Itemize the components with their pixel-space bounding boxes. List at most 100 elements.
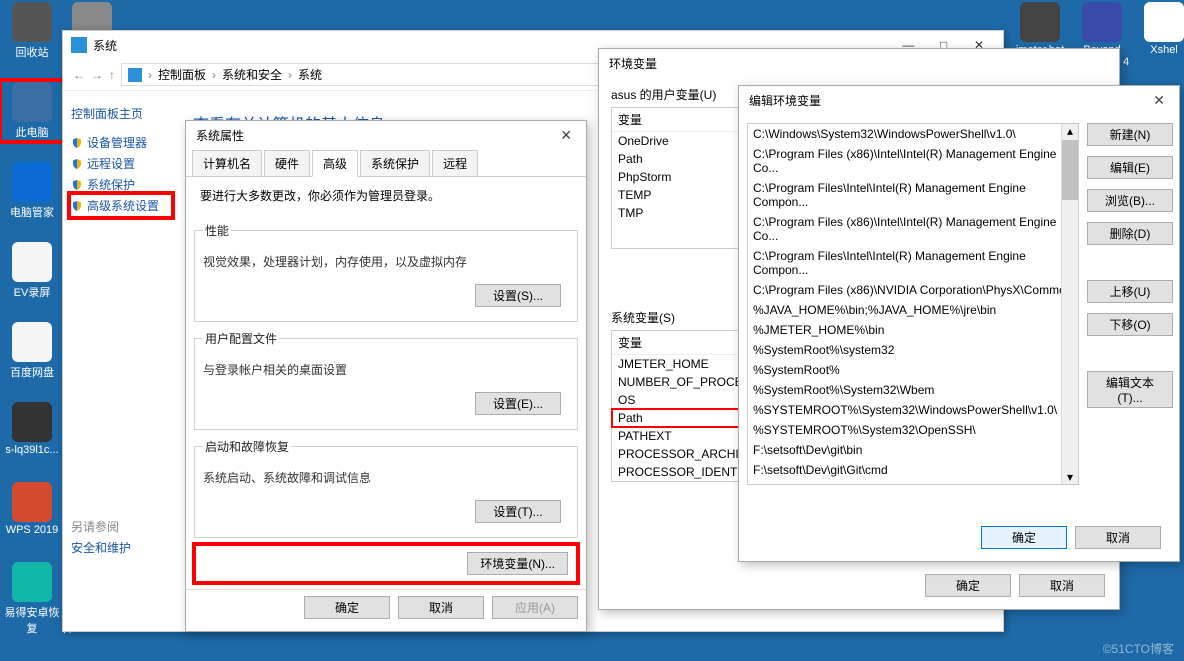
- path-item[interactable]: %JMETER_HOME%\bin: [748, 320, 1078, 340]
- ok-button[interactable]: 确定: [925, 574, 1011, 597]
- crumb-item[interactable]: 系统和安全: [222, 66, 282, 83]
- path-item[interactable]: C:\Program Files (x86)\Intel\Intel(R) Ma…: [748, 144, 1078, 178]
- window-title: 系统: [93, 37, 117, 54]
- path-item[interactable]: %SystemRoot%\system32: [748, 340, 1078, 360]
- group-desc: 与登录帐户相关的桌面设置: [203, 361, 569, 378]
- close-icon[interactable]: ✕: [1149, 92, 1169, 109]
- ok-button[interactable]: 确定: [304, 596, 390, 619]
- tab[interactable]: 高级: [312, 150, 358, 177]
- col-variable: 变量: [618, 111, 642, 128]
- list-item[interactable]: JMETER_HOME: [612, 355, 742, 373]
- path-item[interactable]: C:\Program Files (x86)\Intel\Intel(R) Ma…: [748, 212, 1078, 246]
- list-item[interactable]: Path: [612, 150, 742, 168]
- scrollbar-thumb[interactable]: [1062, 140, 1078, 200]
- cancel-button[interactable]: 取消: [398, 596, 484, 619]
- action-button[interactable]: 新建(N): [1087, 123, 1173, 146]
- sidebar-link[interactable]: 高级系统设置: [71, 195, 171, 216]
- close-icon[interactable]: ✕: [556, 127, 576, 144]
- path-item[interactable]: C:\Program Files\Intel\Intel(R) Manageme…: [748, 178, 1078, 212]
- desktop-icon[interactable]: s-lq39l1c...: [2, 402, 62, 456]
- sidebar-link[interactable]: 远程设置: [71, 153, 171, 174]
- path-item[interactable]: C:\Program Files\Intel\Intel(R) Manageme…: [748, 246, 1078, 280]
- path-item[interactable]: %JAVA_HOME%\bin;%JAVA_HOME%\jre\bin: [748, 300, 1078, 320]
- button-column: 新建(N) 编辑(E) 浏览(B)... 删除(D) 上移(U) 下移(O) 编辑文本(T)…: [1087, 123, 1171, 485]
- desktop-icon[interactable]: WPS 2019: [2, 482, 62, 536]
- cp-home[interactable]: 控制面板主页: [71, 105, 171, 122]
- security-link[interactable]: 安全和维护: [71, 537, 171, 558]
- col-variable: 变量: [618, 334, 642, 351]
- list-item[interactable]: OneDrive: [612, 132, 742, 150]
- desktop-icon[interactable]: EV录屏: [2, 242, 62, 300]
- desktop-icon[interactable]: 百度网盘: [2, 322, 62, 380]
- settings-button[interactable]: 设置(E)...: [475, 392, 561, 415]
- tab[interactable]: 系统保护: [360, 150, 430, 176]
- desktop-icon[interactable]: 易得安卓恢复: [2, 562, 62, 636]
- action-button[interactable]: 编辑文本(T)...: [1087, 371, 1173, 408]
- desktop-icon[interactable]: Xshel: [1134, 2, 1184, 56]
- crumb-item[interactable]: 系统: [298, 66, 322, 83]
- action-button[interactable]: 下移(O): [1087, 313, 1173, 336]
- dialog-title: 系统属性: [196, 127, 244, 144]
- action-button[interactable]: 编辑(E): [1087, 156, 1173, 179]
- list-item[interactable]: OS: [612, 391, 742, 409]
- settings-group: 性能视觉效果，处理器计划，内存使用，以及虚拟内存设置(S)...: [194, 222, 578, 322]
- path-list[interactable]: C:\Windows\System32\WindowsPowerShell\v1…: [747, 123, 1079, 485]
- tab[interactable]: 计算机名: [192, 150, 262, 176]
- tab[interactable]: 远程: [432, 150, 478, 176]
- admin-note: 要进行大多数更改，你必须作为管理员登录。: [186, 177, 586, 214]
- list-item[interactable]: TEMP: [612, 186, 742, 204]
- list-item[interactable]: PROCESSOR_ARCHITE: [612, 445, 742, 463]
- action-button[interactable]: 浏览(B)...: [1087, 189, 1173, 212]
- action-button[interactable]: 上移(U): [1087, 280, 1173, 303]
- path-item[interactable]: %SystemRoot%\System32\Wbem: [748, 380, 1078, 400]
- up-icon[interactable]: ↑: [109, 68, 115, 82]
- apply-button[interactable]: 应用(A): [492, 596, 578, 619]
- group-desc: 系统启动、系统故障和调试信息: [203, 469, 569, 486]
- scroll-up-icon[interactable]: ▴: [1062, 124, 1078, 138]
- path-item[interactable]: C:\Program Files (x86)\NVIDIA Corporatio…: [748, 280, 1078, 300]
- back-icon[interactable]: ←: [73, 68, 85, 82]
- dialog-title: 编辑环境变量: [749, 92, 821, 109]
- env-variables-button[interactable]: 环境变量(N)...: [467, 552, 568, 575]
- list-item[interactable]: NUMBER_OF_PROCES: [612, 373, 742, 391]
- path-item[interactable]: F:\setsoft\Dev\phpstudy2018\PHPTutorial\…: [748, 480, 1078, 485]
- settings-button[interactable]: 设置(T)...: [475, 500, 561, 523]
- shield-icon: [71, 137, 83, 149]
- user-vars-list[interactable]: 变量 OneDrivePathPhpStormTEMPTMP: [611, 107, 743, 249]
- path-item[interactable]: %SYSTEMROOT%\System32\WindowsPowerShell\…: [748, 400, 1078, 420]
- sys-vars-list[interactable]: 变量 JMETER_HOMENUMBER_OF_PROCESOSPathPATH…: [611, 330, 743, 482]
- path-item[interactable]: C:\Windows\System32\WindowsPowerShell\v1…: [748, 124, 1078, 144]
- sidebar-link[interactable]: 系统保护: [71, 174, 171, 195]
- cancel-button[interactable]: 取消: [1075, 526, 1161, 549]
- scroll-down-icon[interactable]: ▾: [1062, 470, 1078, 484]
- tab[interactable]: 硬件: [264, 150, 310, 176]
- dialog-titlebar: 编辑环境变量 ✕: [739, 86, 1179, 115]
- scrollbar[interactable]: ▴ ▾: [1061, 124, 1078, 484]
- list-item[interactable]: Path: [612, 409, 742, 427]
- group-legend: 启动和故障恢复: [203, 438, 291, 455]
- settings-button[interactable]: 设置(S)...: [475, 284, 561, 307]
- list-item[interactable]: TMP: [612, 204, 742, 222]
- desktop-icon[interactable]: 回收站: [2, 2, 62, 60]
- desktop-icon[interactable]: 电脑管家: [2, 162, 62, 220]
- cancel-button[interactable]: 取消: [1019, 574, 1105, 597]
- crumb-item[interactable]: 控制面板: [158, 66, 206, 83]
- tabs: 计算机名硬件高级系统保护远程: [186, 150, 586, 177]
- ok-button[interactable]: 确定: [981, 526, 1067, 549]
- action-button[interactable]: 删除(D): [1087, 222, 1173, 245]
- dialog-title: 环境变量: [609, 55, 657, 72]
- system-properties-dialog: 系统属性 ✕ 计算机名硬件高级系统保护远程 要进行大多数更改，你必须作为管理员登…: [185, 120, 587, 632]
- path-item[interactable]: %SystemRoot%: [748, 360, 1078, 380]
- list-item[interactable]: PhpStorm: [612, 168, 742, 186]
- list-item[interactable]: PATHEXT: [612, 427, 742, 445]
- list-item[interactable]: PROCESSOR_IDENTIFI: [612, 463, 742, 481]
- forward-icon[interactable]: →: [91, 68, 103, 82]
- dialog-buttons: 确定 取消: [973, 520, 1169, 555]
- desktop-icon[interactable]: 此电脑: [2, 82, 62, 140]
- path-item[interactable]: F:\setsoft\Dev\git\bin: [748, 440, 1078, 460]
- env-btn-row: 环境变量(N)...: [196, 546, 576, 581]
- sidebar-link[interactable]: 设备管理器: [71, 132, 171, 153]
- path-item[interactable]: %SYSTEMROOT%\System32\OpenSSH\: [748, 420, 1078, 440]
- path-item[interactable]: F:\setsoft\Dev\git\Git\cmd: [748, 460, 1078, 480]
- shield-icon: [71, 179, 83, 191]
